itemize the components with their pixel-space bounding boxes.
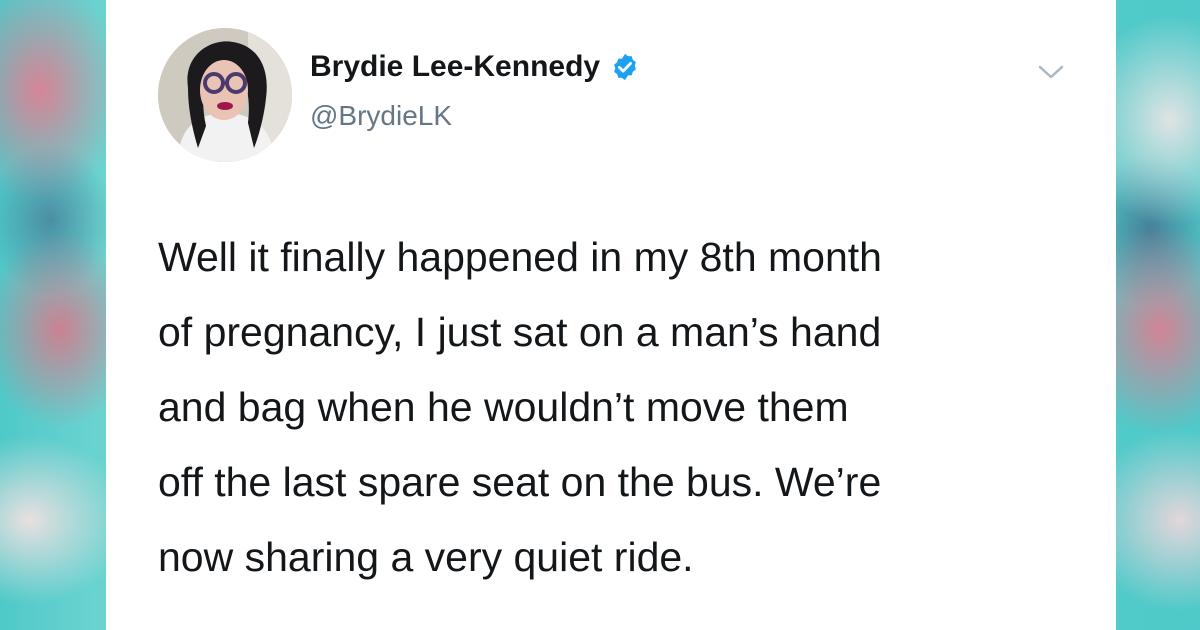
author-handle[interactable]: @BrydieLK bbox=[310, 100, 452, 132]
tweet-text-line: of pregnancy, I just sat on a man’s hand bbox=[158, 309, 882, 355]
verified-badge-icon bbox=[610, 52, 640, 82]
chevron-down-icon[interactable] bbox=[1036, 62, 1066, 82]
tweet-text-line: off the last spare seat on the bus. We’r… bbox=[158, 459, 882, 505]
avatar[interactable] bbox=[158, 28, 292, 162]
tweet-card: Brydie Lee-Kennedy @BrydieLK Well it fin… bbox=[106, 0, 1116, 630]
author-display-name[interactable]: Brydie Lee-Kennedy bbox=[310, 50, 600, 84]
tweet-text-line: now sharing a very quiet ride. bbox=[158, 534, 694, 580]
tweet-text-line: Well it finally happened in my 8th month bbox=[158, 234, 882, 280]
tweet-text-line: and bag when he wouldn’t move them bbox=[158, 384, 849, 430]
tweet-text: Well it finally happened in my 8th month… bbox=[158, 220, 1078, 595]
author-name-row: Brydie Lee-Kennedy bbox=[310, 50, 640, 84]
profile-photo-icon bbox=[158, 28, 292, 162]
